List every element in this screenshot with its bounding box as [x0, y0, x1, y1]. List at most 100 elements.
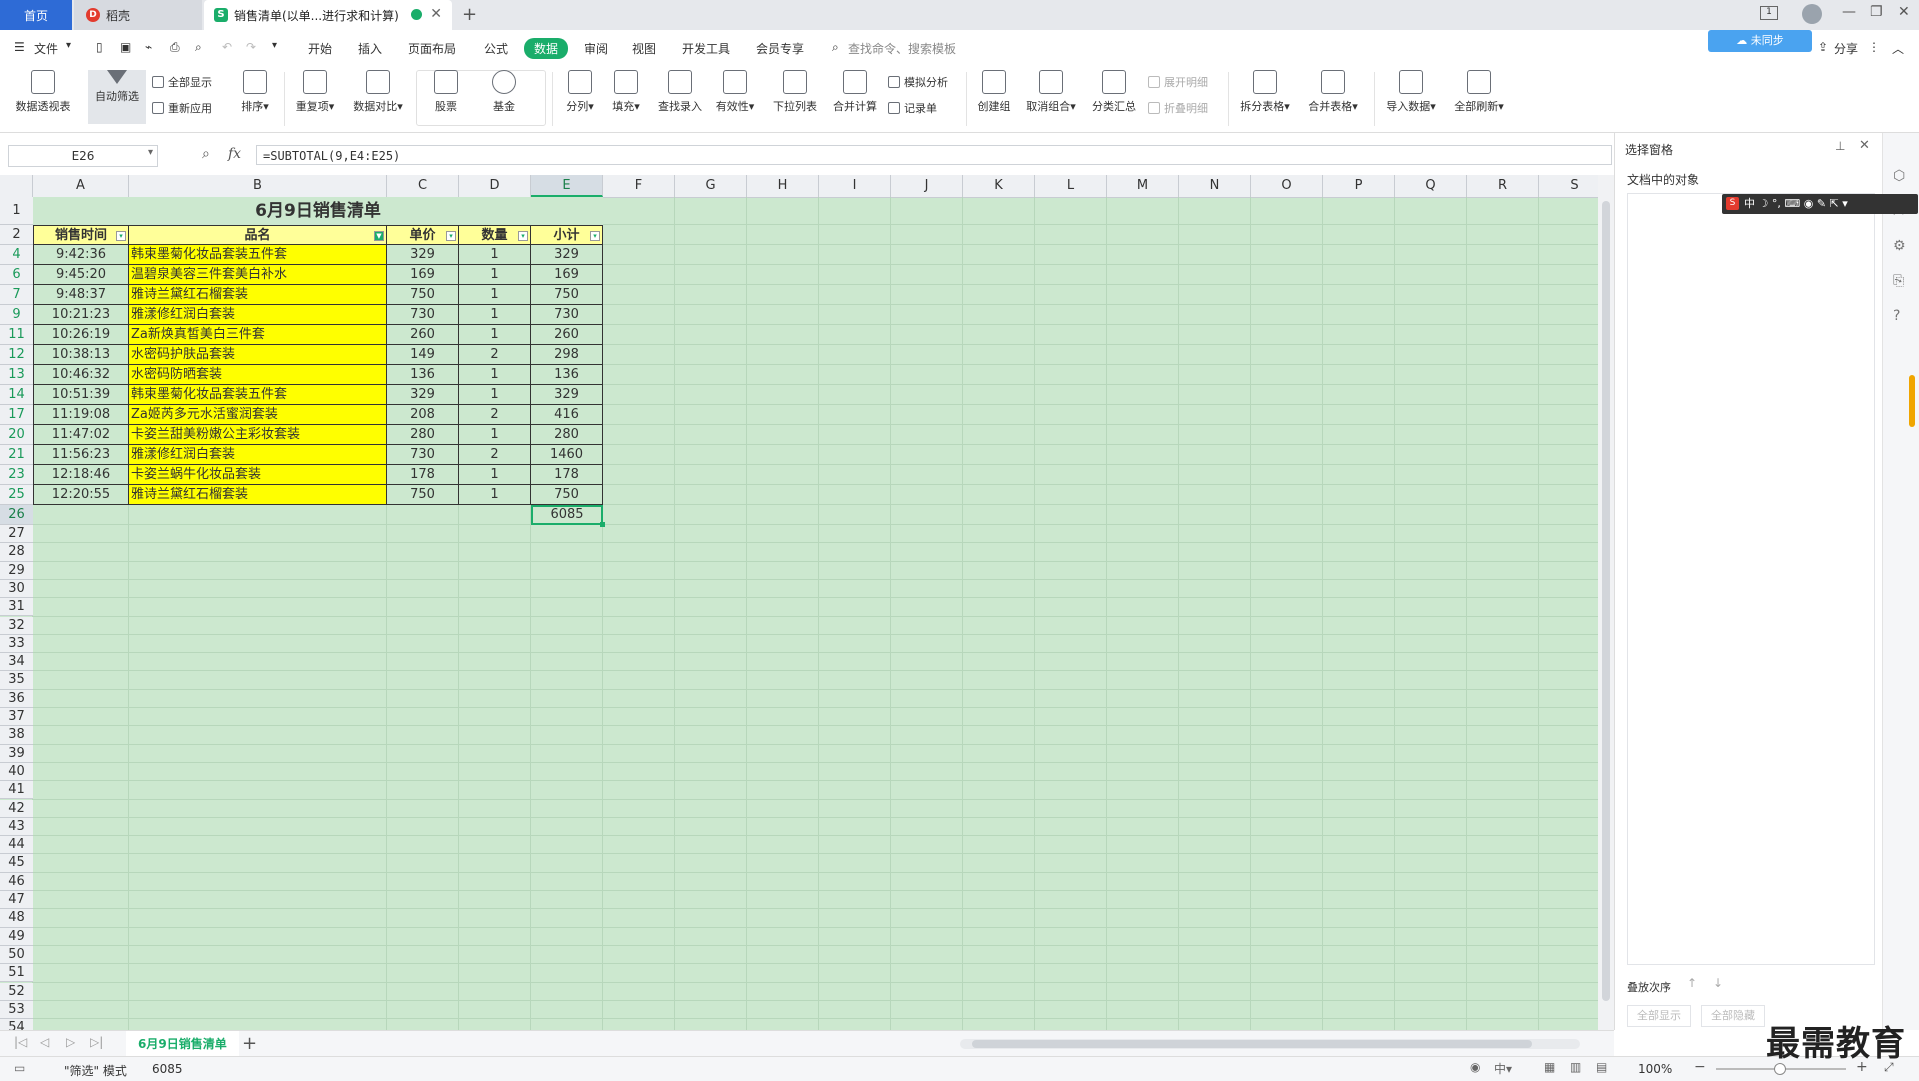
column-header-r[interactable]: R — [1467, 175, 1539, 197]
duplicates-button[interactable]: 重复项▾ — [290, 70, 340, 114]
cell-sub[interactable]: 329 — [531, 385, 603, 405]
cell-time[interactable]: 10:46:32 — [33, 365, 129, 385]
row-header-54[interactable]: 54 — [0, 1019, 33, 1030]
name-box-dropdown-icon[interactable]: ▾ — [148, 147, 153, 158]
menu-view[interactable]: 视图 — [632, 40, 656, 57]
menu-review[interactable]: 审阅 — [584, 40, 608, 57]
cell-sub[interactable]: 260 — [531, 325, 603, 345]
prev-sheet-icon[interactable]: ◁ — [40, 1035, 49, 1049]
move-up-icon[interactable]: ↑ — [1687, 976, 1697, 990]
split-table-button[interactable]: 拆分表格▾ — [1234, 70, 1296, 114]
ungroup-button[interactable]: 取消组合▾ — [1020, 70, 1082, 114]
cell-time[interactable]: 12:18:46 — [33, 465, 129, 485]
chevron-down-icon[interactable]: ▾ — [66, 40, 71, 51]
window-layout-icon[interactable]: 1 — [1760, 6, 1778, 20]
show-all-objects-button[interactable]: 全部显示 — [1627, 1005, 1691, 1027]
tab-document[interactable]: S 销售清单(以单...进行求和计算) ✕ — [204, 0, 452, 30]
cell-name[interactable]: 韩束墨菊化妆品套装五件套 — [129, 245, 387, 265]
cell-qty[interactable]: 2 — [459, 345, 531, 365]
cell-qty[interactable]: 2 — [459, 445, 531, 465]
collapse-detail-button[interactable]: 折叠明细 — [1148, 100, 1208, 116]
print-preview-icon[interactable]: ⌕ — [195, 40, 202, 55]
cell-qty[interactable]: 1 — [459, 265, 531, 285]
column-header-p[interactable]: P — [1323, 175, 1395, 197]
filter-dropdown-icon[interactable]: ▾ — [446, 231, 456, 241]
row-header-7[interactable]: 7 — [0, 285, 33, 305]
row-header-17[interactable]: 17 — [0, 405, 33, 425]
add-sheet-icon[interactable]: + — [242, 1033, 257, 1054]
column-header-k[interactable]: K — [963, 175, 1035, 197]
sort-button[interactable]: 排序▾ — [232, 70, 278, 114]
cell-time[interactable]: 9:48:37 — [33, 285, 129, 305]
more-icon[interactable]: ⋮ — [1868, 40, 1880, 54]
cell-sub[interactable]: 329 — [531, 245, 603, 265]
eye-protect-icon[interactable]: ◉ — [1470, 1060, 1480, 1074]
row-header-9[interactable]: 9 — [0, 305, 33, 325]
what-if-button[interactable]: 模拟分析 — [888, 74, 948, 90]
row-header-39[interactable]: 39 — [0, 744, 33, 763]
objects-list[interactable] — [1627, 193, 1875, 965]
cell-time[interactable]: 11:47:02 — [33, 425, 129, 445]
row-header-53[interactable]: 53 — [0, 1000, 33, 1020]
column-header-c[interactable]: C — [387, 175, 459, 197]
cell-price[interactable]: 280 — [387, 425, 459, 445]
menu-file[interactable]: 文件 — [34, 40, 58, 57]
search-command-input[interactable]: 查找命令、搜索模板 — [848, 40, 956, 57]
cell-price[interactable]: 750 — [387, 285, 459, 305]
column-header-a[interactable]: A — [33, 175, 129, 197]
row-header-31[interactable]: 31 — [0, 598, 33, 617]
cell-qty[interactable]: 1 — [459, 485, 531, 505]
shape-icon[interactable]: ⬡ — [1893, 168, 1905, 184]
fund-button[interactable]: 基金 — [480, 70, 528, 114]
row-header-29[interactable]: 29 — [0, 561, 33, 580]
menu-developer[interactable]: 开发工具 — [682, 40, 730, 57]
filter-dropdown-icon[interactable]: ▾ — [116, 231, 126, 241]
cell-price[interactable]: 730 — [387, 305, 459, 325]
menu-insert[interactable]: 插入 — [358, 40, 382, 57]
menu-formula[interactable]: 公式 — [484, 40, 508, 57]
row-header-27[interactable]: 27 — [0, 525, 33, 544]
row-header-4[interactable]: 4 — [0, 245, 33, 265]
zoom-formula-icon[interactable]: ⌕ — [202, 146, 210, 162]
cell-name[interactable]: 雅诗兰黛红石榴套装 — [129, 285, 387, 305]
cell-time[interactable]: 10:38:13 — [33, 345, 129, 365]
row-header-6[interactable]: 6 — [0, 265, 33, 285]
cell-price[interactable]: 260 — [387, 325, 459, 345]
row-header-28[interactable]: 28 — [0, 543, 33, 562]
row-header-49[interactable]: 49 — [0, 927, 33, 946]
cell-price[interactable]: 169 — [387, 265, 459, 285]
collapse-ribbon-icon[interactable]: ︿ — [1892, 40, 1904, 57]
close-window-icon[interactable]: ✕ — [1898, 4, 1910, 20]
header-cell-2[interactable]: 品名 ▼ — [129, 225, 387, 245]
column-header-b[interactable]: B — [129, 175, 387, 197]
cell-qty[interactable]: 1 — [459, 305, 531, 325]
dropdown-list-button[interactable]: 下拉列表 — [768, 70, 822, 114]
record-form-button[interactable]: 记录单 — [888, 100, 937, 116]
cell-name[interactable]: 雅漾修红润白套装 — [129, 445, 387, 465]
macro-record-icon[interactable]: ▭ — [14, 1061, 25, 1075]
cell-price[interactable]: 329 — [387, 385, 459, 405]
cell-time[interactable]: 10:51:39 — [33, 385, 129, 405]
row-header-2[interactable]: 2 — [0, 225, 33, 245]
avatar[interactable] — [1802, 4, 1822, 24]
column-header-n[interactable]: N — [1179, 175, 1251, 197]
merge-table-button[interactable]: 合并表格▾ — [1302, 70, 1364, 114]
cell-sub[interactable]: 169 — [531, 265, 603, 285]
spreadsheet-grid[interactable]: ABCDEFGHIJKLMNOPQRS 1 6月9日销售清单 2 销售时间 ▾ 品名 ▼ 单价… — [0, 175, 1598, 1030]
create-group-button[interactable]: 创建组 — [972, 70, 1016, 114]
next-sheet-icon[interactable]: ▷ — [66, 1035, 75, 1049]
row-header-23[interactable]: 23 — [0, 465, 33, 485]
input-lang-icon[interactable]: 中▾ — [1494, 1060, 1512, 1077]
header-cell-4[interactable]: 数量 ▾ — [459, 225, 531, 245]
save-icon[interactable]: ▣ — [120, 40, 131, 54]
cell-price[interactable]: 750 — [387, 485, 459, 505]
stock-button[interactable]: 股票 — [422, 70, 470, 114]
cell-qty[interactable]: 1 — [459, 325, 531, 345]
row-header-36[interactable]: 36 — [0, 689, 33, 708]
cell-name[interactable]: 温碧泉美容三件套美白补水 — [129, 265, 387, 285]
undo-icon[interactable]: ↶ — [222, 40, 232, 54]
format-painter-icon[interactable]: ⌁ — [145, 40, 152, 54]
lookup-entry-button[interactable]: 查找录入 — [652, 70, 708, 114]
reapply-button[interactable]: 重新应用 — [152, 100, 212, 116]
row-header-14[interactable]: 14 — [0, 385, 33, 405]
